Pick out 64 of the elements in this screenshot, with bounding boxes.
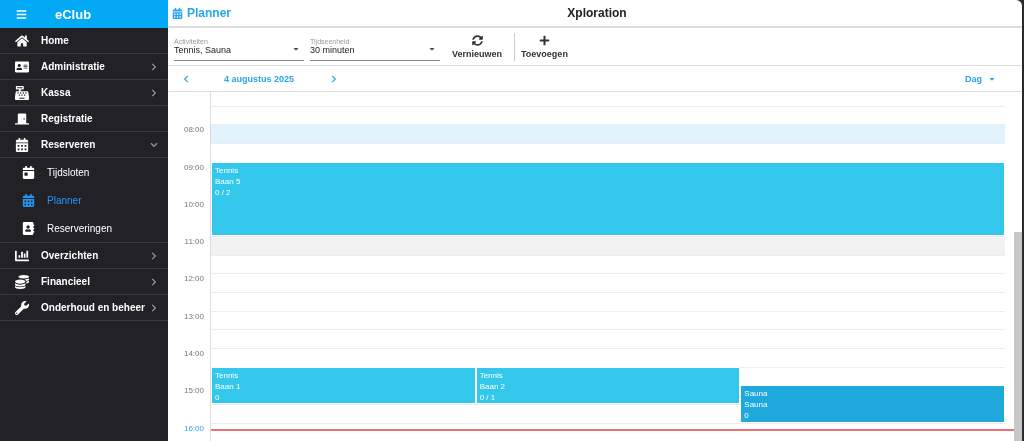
door-icon — [15, 111, 29, 126]
event-activity: Tennis — [215, 164, 240, 176]
time-label: 11:00 — [184, 237, 204, 247]
cash-register-icon — [15, 85, 29, 100]
event-count: 0 / 2 — [215, 186, 232, 198]
time-label: 08:00 — [183, 125, 204, 135]
event-resource: Sauna — [744, 399, 769, 411]
coins-icon — [15, 274, 29, 289]
next-button[interactable] — [330, 74, 339, 83]
time-label: 16:00 — [183, 423, 204, 433]
event-activity: Sauna — [744, 388, 769, 400]
event-activity: Tennis — [479, 369, 504, 381]
page-title: Planner — [187, 6, 231, 20]
sidebar-item[interactable]: Onderhoud en beheer — [0, 295, 168, 321]
chevron-right-icon — [150, 62, 158, 71]
event-resource: Baan 5 — [215, 175, 242, 187]
home-icon — [15, 33, 29, 48]
chevron-right-icon — [150, 251, 158, 260]
plus-icon — [538, 34, 550, 46]
calendar-icon — [22, 193, 35, 207]
scrollbar[interactable] — [1014, 232, 1022, 441]
contact-book-icon — [22, 221, 35, 235]
sidebar-item[interactable]: Kassa — [0, 80, 168, 106]
add-button[interactable]: Toevoegen — [514, 32, 574, 61]
sidebar-subitem[interactable]: Planner — [0, 186, 168, 214]
sidebar-item[interactable]: Administratie — [0, 54, 168, 80]
calendar-icon — [172, 7, 183, 19]
sidebar-item[interactable]: Home — [0, 28, 168, 54]
chevron-right-icon — [150, 88, 158, 97]
date-label: 4 augustus 2025 — [224, 73, 295, 84]
chevron-right-icon — [150, 277, 158, 286]
event-count: 0 — [215, 391, 221, 403]
time-label: 09:00 — [183, 162, 204, 172]
sidebar-subitem[interactable]: Tijdsloten — [0, 158, 168, 186]
previous-button[interactable] — [182, 74, 190, 83]
time-label: 15:00 — [183, 386, 204, 396]
sidebar-item[interactable]: Reserveren — [0, 132, 168, 158]
id-card-icon — [15, 59, 29, 74]
event-count: 0 — [744, 410, 750, 422]
calendar-icon — [22, 165, 35, 179]
refresh-button[interactable]: Vernieuwen — [446, 32, 509, 61]
time-label: 14:00 — [183, 349, 204, 359]
chevron-right-icon — [150, 303, 158, 312]
event-activity: Tennis — [215, 369, 240, 381]
refresh-icon — [471, 34, 483, 46]
calendar-icon — [15, 137, 29, 152]
bar-chart-icon — [15, 248, 29, 263]
app-title: eClub — [55, 6, 92, 22]
time-label: 10:00 — [183, 199, 204, 209]
time-label: 12:00 — [183, 274, 204, 284]
sidebar-subitem[interactable]: Reserveringen — [0, 214, 168, 242]
chevron-right-icon — [330, 74, 339, 83]
sidebar-item[interactable]: Financieel — [0, 269, 168, 295]
sidebar-item[interactable]: Registratie — [0, 106, 168, 132]
event-resource: Baan 1 — [215, 380, 242, 392]
club-title: Xploration — [566, 6, 628, 20]
event-count: 0 / 1 — [479, 391, 497, 403]
wrench-icon — [15, 300, 29, 315]
chevron-down-icon — [150, 140, 158, 149]
menu-icon[interactable] — [16, 8, 27, 20]
sidebar-item[interactable]: Overzichten — [0, 243, 168, 269]
time-label: 13:00 — [183, 311, 204, 321]
chevron-left-icon — [182, 74, 190, 83]
event-resource: Baan 2 — [479, 380, 506, 392]
